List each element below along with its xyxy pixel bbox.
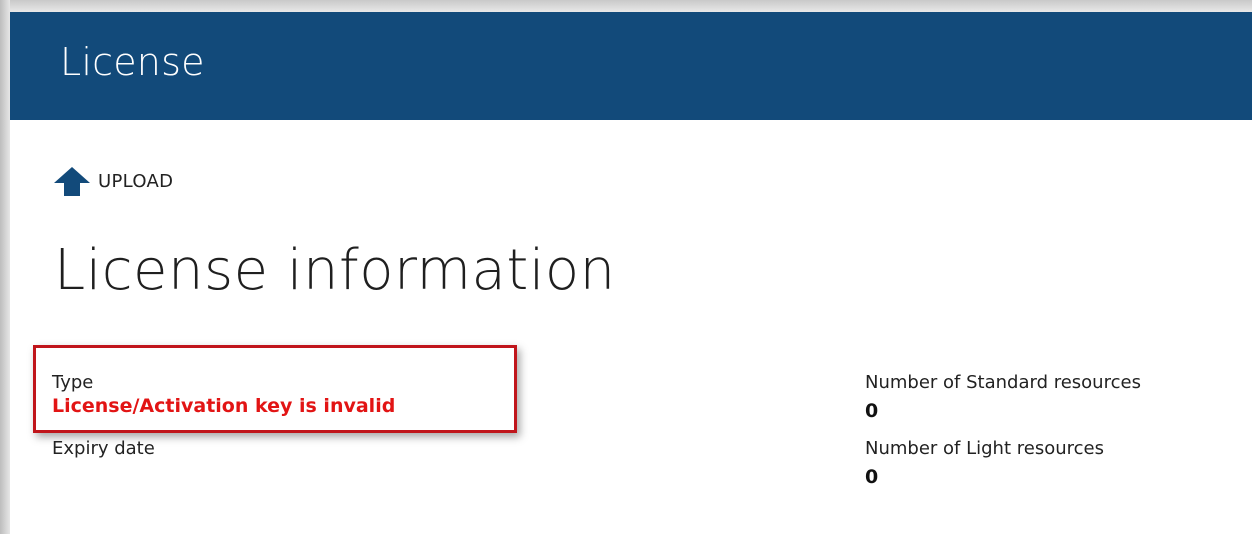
standard-resources-value: 0: [865, 400, 879, 422]
light-resources-value: 0: [865, 466, 879, 488]
main-content: UPLOAD License information Type License/…: [10, 120, 1252, 534]
type-label: Type: [52, 372, 94, 393]
title-bar: License: [10, 12, 1252, 120]
upload-button-label: UPLOAD: [98, 170, 174, 192]
expiry-date-label: Expiry date: [52, 438, 155, 459]
type-value: License/Activation key is invalid: [52, 395, 396, 417]
light-resources-label: Number of Light resources: [865, 438, 1104, 459]
window-title: License: [60, 40, 205, 84]
type-highlight-box: [33, 345, 517, 433]
upload-arrow-icon: [52, 165, 92, 197]
window-shadow-left: [0, 0, 10, 534]
license-window: License UPLOAD License information Type …: [0, 0, 1252, 534]
window-shadow: [0, 0, 1252, 12]
page-title: License information: [54, 238, 616, 303]
standard-resources-label: Number of Standard resources: [865, 372, 1141, 393]
upload-button[interactable]: UPLOAD: [52, 165, 173, 197]
